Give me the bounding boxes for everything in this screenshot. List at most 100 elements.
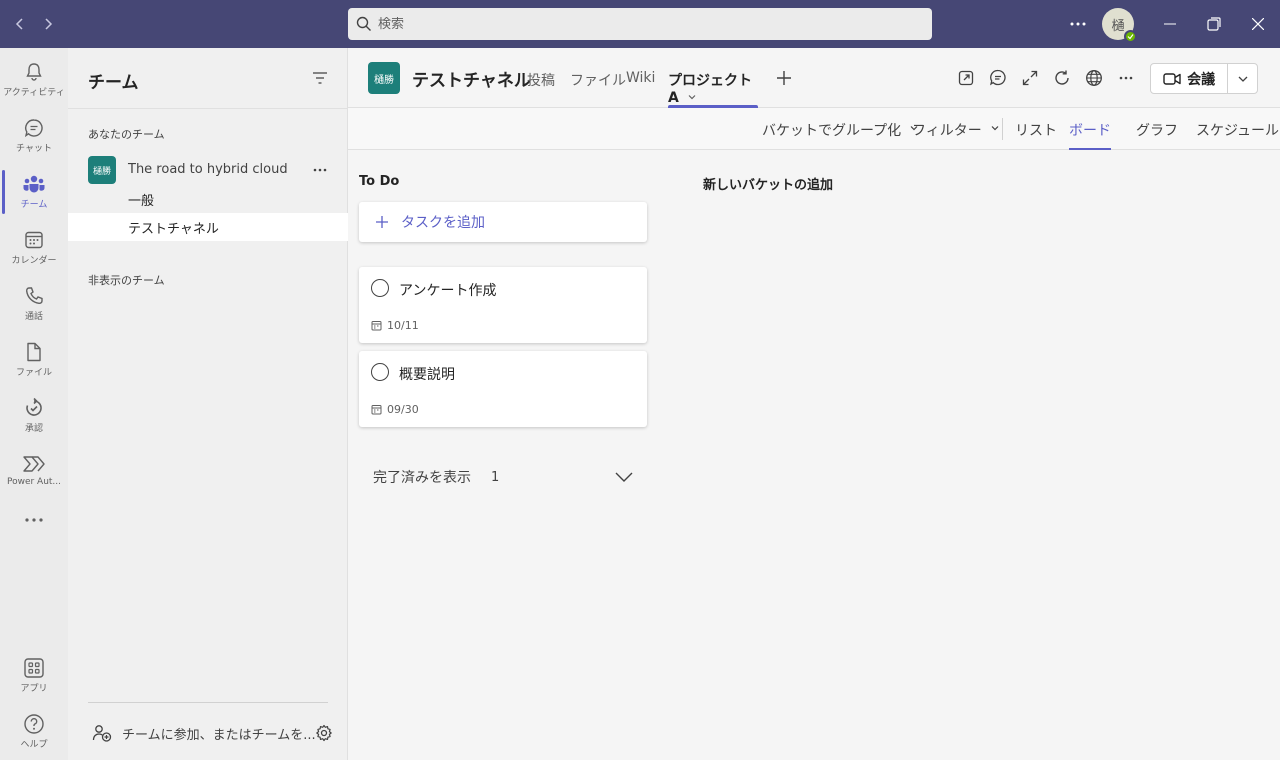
- task-date-text: 10/11: [387, 319, 419, 332]
- rail-label: Power Aut...: [6, 477, 62, 487]
- expand-icon: [1022, 70, 1038, 86]
- add-task-label: タスクを追加: [401, 215, 485, 231]
- settings-more-button[interactable]: [1066, 12, 1090, 36]
- channel-name: 一般: [128, 193, 155, 209]
- video-camera-icon: [1163, 72, 1181, 85]
- rail-item-apps[interactable]: アプリ: [0, 648, 68, 704]
- task-title: アンケート作成: [399, 283, 497, 299]
- view-label: リスト: [1015, 123, 1057, 139]
- open-in-browser-button[interactable]: [1084, 68, 1104, 88]
- back-button[interactable]: [8, 12, 32, 36]
- chat-icon: [24, 119, 43, 138]
- presence-available-icon: [1124, 30, 1137, 43]
- tab-posts[interactable]: 投稿: [527, 70, 555, 108]
- chevron-down-icon: [1238, 76, 1248, 82]
- popout-tab-button[interactable]: [956, 68, 976, 88]
- search-input[interactable]: [378, 16, 918, 32]
- group-by-bucket-dropdown[interactable]: バケットでグループ化: [762, 120, 919, 150]
- view-board-tab[interactable]: ボード: [1069, 120, 1111, 150]
- help-icon: [24, 714, 44, 734]
- rail-item-help[interactable]: ヘルプ: [0, 704, 68, 760]
- rail-item-teams[interactable]: チーム: [0, 164, 68, 220]
- tab-label: プロジェクトA: [668, 73, 752, 106]
- divider: [1002, 118, 1003, 140]
- minimize-button[interactable]: [1158, 12, 1182, 36]
- restore-icon: [1207, 17, 1221, 31]
- refresh-icon: [1055, 70, 1069, 85]
- rail-label: アプリ: [20, 684, 48, 694]
- channel-item-test[interactable]: テストチャネル: [68, 213, 348, 241]
- chat-icon: [990, 69, 1006, 86]
- rail-item-activity[interactable]: アクティビティ: [0, 52, 68, 108]
- channel-item-general[interactable]: 一般: [68, 185, 348, 213]
- team-name: The road to hybrid cloud: [128, 162, 288, 177]
- add-tab-button[interactable]: [774, 68, 794, 88]
- rail-item-chat[interactable]: チャット: [0, 108, 68, 164]
- meet-now-button[interactable]: 会議: [1151, 64, 1229, 93]
- rail-item-calendar[interactable]: カレンダー: [0, 220, 68, 276]
- view-label: グラフ: [1136, 123, 1178, 139]
- bucket-title[interactable]: To Do: [359, 174, 399, 189]
- chevron-left-icon: [15, 18, 23, 30]
- forward-button[interactable]: [36, 12, 60, 36]
- gear-icon: [316, 724, 332, 742]
- rail-item-files[interactable]: ファイル: [0, 332, 68, 388]
- team-item[interactable]: 樋勝 The road to hybrid cloud: [68, 152, 348, 188]
- add-task-button[interactable]: タスクを追加: [359, 202, 647, 242]
- add-new-bucket-button[interactable]: 新しいバケットの追加: [703, 174, 833, 193]
- tab-label: Wiki: [626, 70, 656, 86]
- rail-item-approvals[interactable]: 承認: [0, 388, 68, 444]
- meet-label: 会議: [1187, 71, 1216, 88]
- rail-item-calls[interactable]: 通話: [0, 276, 68, 332]
- approval-icon: [26, 397, 42, 416]
- rail-label: 承認: [24, 424, 43, 434]
- hidden-teams-label[interactable]: 非表示のチーム: [88, 272, 165, 288]
- task-card[interactable]: 概要説明 09/30: [359, 351, 647, 427]
- join-or-create-team-button[interactable]: チームに参加、またはチームを...: [92, 722, 316, 744]
- rail-item-power-automate[interactable]: Power Aut...: [0, 444, 68, 500]
- bell-icon: [26, 63, 42, 81]
- team-settings-button[interactable]: [314, 723, 334, 743]
- close-button[interactable]: [1246, 12, 1270, 36]
- tab-more-button[interactable]: [1116, 68, 1136, 88]
- planner-board: To Do タスクを追加 アンケート作成 10/11 概要説明 09/30 完了…: [348, 150, 1280, 760]
- search-box[interactable]: [348, 8, 932, 40]
- tab-files[interactable]: ファイル: [570, 70, 626, 108]
- expand-tab-button[interactable]: [1020, 68, 1040, 88]
- more-horizontal-icon: [313, 168, 327, 172]
- close-icon: [1252, 18, 1264, 30]
- filter-button[interactable]: [310, 68, 330, 88]
- show-completed-toggle[interactable]: 完了済みを表示 1: [373, 467, 635, 487]
- rail-label: カレンダー: [11, 256, 57, 266]
- plus-icon: [777, 71, 791, 85]
- task-complete-checkbox[interactable]: [371, 363, 389, 381]
- tab-conversation-button[interactable]: [988, 68, 1008, 88]
- view-list-tab[interactable]: リスト: [1015, 120, 1057, 150]
- channel-header: 樋勝 テストチャネル 投稿 ファイル Wiki プロジェクトA 会議: [348, 48, 1280, 108]
- teams-panel: チーム あなたのチーム 樋勝 The road to hybrid cloud …: [68, 48, 348, 760]
- apps-icon: [24, 658, 44, 678]
- tab-project-a[interactable]: プロジェクトA: [668, 70, 758, 108]
- reload-tab-button[interactable]: [1052, 68, 1072, 88]
- restore-button[interactable]: [1202, 12, 1226, 36]
- more-horizontal-icon: [25, 518, 43, 522]
- calendar-icon: [25, 231, 43, 249]
- view-charts-tab[interactable]: グラフ: [1136, 120, 1178, 150]
- view-schedule-tab[interactable]: スケジュール: [1196, 120, 1279, 150]
- minimize-icon: [1164, 23, 1176, 25]
- meet-dropdown-button[interactable]: [1228, 64, 1257, 93]
- popout-icon: [958, 70, 974, 86]
- user-avatar[interactable]: 樋: [1102, 8, 1137, 43]
- tab-wiki[interactable]: Wiki: [626, 70, 655, 108]
- phone-icon: [25, 287, 43, 305]
- calendar-icon: [371, 321, 382, 331]
- rail-label: 通話: [24, 312, 43, 322]
- filter-dropdown[interactable]: フィルター: [912, 120, 1000, 150]
- team-more-button[interactable]: [310, 160, 330, 180]
- rail-more-apps-button[interactable]: [0, 500, 68, 556]
- divider: [88, 702, 328, 703]
- channel-title: テストチャネル: [412, 71, 531, 91]
- task-complete-checkbox[interactable]: [371, 279, 389, 297]
- more-horizontal-icon: [1070, 22, 1086, 26]
- task-card[interactable]: アンケート作成 10/11: [359, 267, 647, 343]
